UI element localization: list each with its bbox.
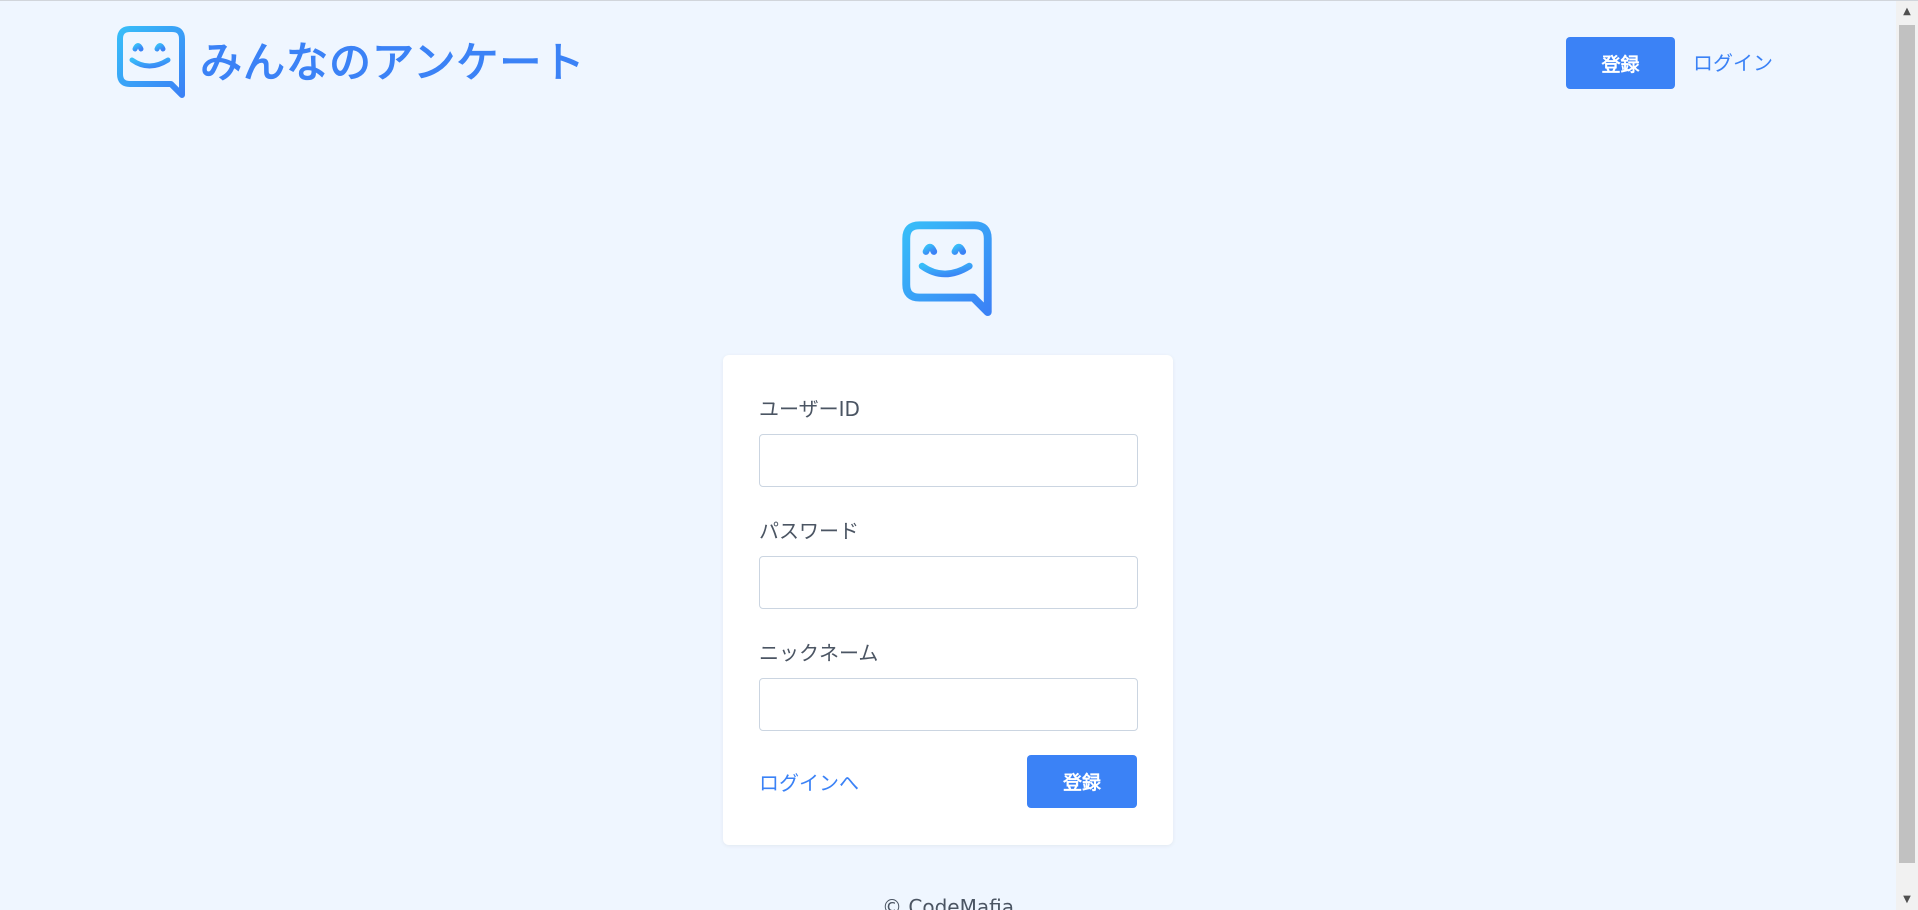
scrollbar-thumb[interactable] <box>1899 25 1915 863</box>
register-card: ユーザーID パスワード ニックネーム ログインへ 登録 <box>723 355 1173 845</box>
triangle-up-icon[interactable]: ▲ <box>1896 3 1918 21</box>
smiley-chat-logo-icon <box>901 220 993 324</box>
vertical-scrollbar[interactable]: ▲ ▼ <box>1896 1 1918 910</box>
register-submit-button[interactable]: 登録 <box>1027 755 1137 808</box>
footer-copyright: © CodeMafia <box>882 895 1014 910</box>
header-register-button[interactable]: 登録 <box>1566 37 1675 89</box>
user-id-label: ユーザーID <box>759 397 860 421</box>
smiley-chat-logo-icon <box>116 25 186 101</box>
user-id-input[interactable] <box>759 434 1138 487</box>
password-label: パスワード <box>759 519 859 543</box>
header-login-link[interactable]: ログイン <box>1693 47 1773 76</box>
nickname-input[interactable] <box>759 678 1138 731</box>
nickname-label: ニックネーム <box>759 641 879 665</box>
triangle-down-icon[interactable]: ▼ <box>1896 891 1918 909</box>
password-input[interactable] <box>759 556 1138 609</box>
to-login-link[interactable]: ログインへ <box>759 767 859 796</box>
brand[interactable]: みんなのアンケート <box>116 25 585 101</box>
site-header: みんなのアンケート 登録 ログイン <box>0 1 1896 131</box>
brand-name: みんなのアンケート <box>200 38 586 87</box>
